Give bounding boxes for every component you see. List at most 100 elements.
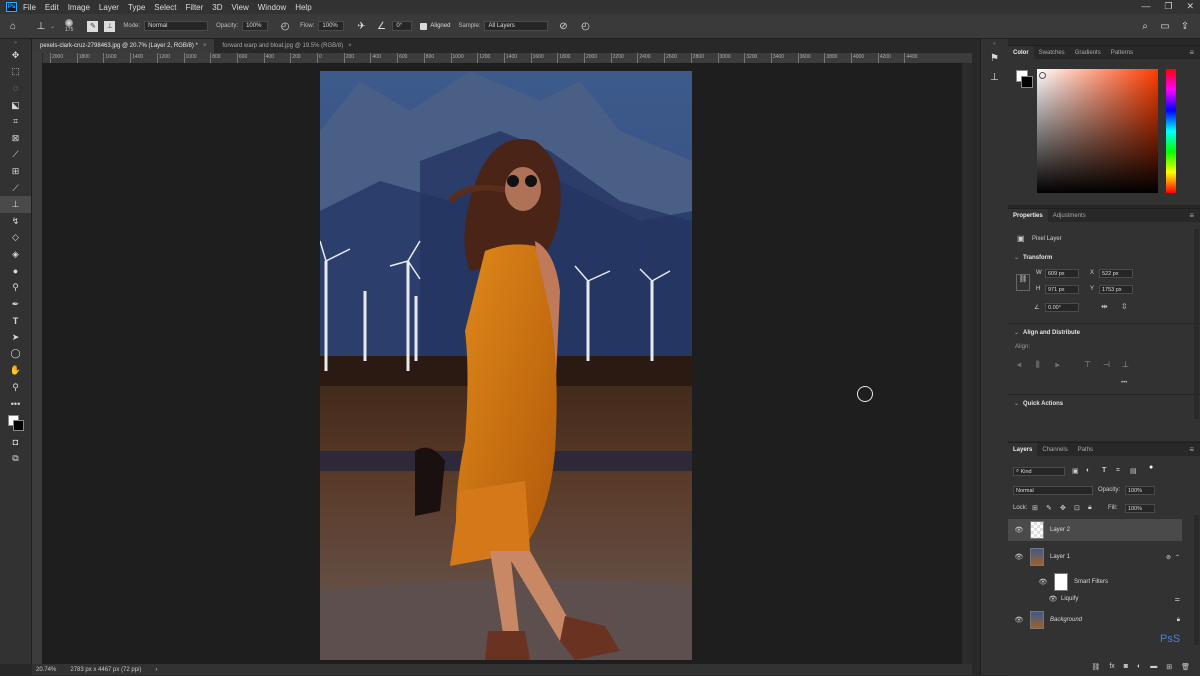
mode-select[interactable]: Normal bbox=[144, 21, 209, 31]
pressure-size-icon[interactable]: ◴ bbox=[578, 19, 592, 33]
path-select-tool-icon[interactable]: ➤ bbox=[0, 329, 31, 346]
smart-filters-label[interactable]: Smart Filters bbox=[1074, 579, 1108, 585]
visibility-eye-icon[interactable]: 👁︎ bbox=[1014, 526, 1024, 534]
frame-tool-icon[interactable]: ⊠ bbox=[0, 130, 31, 147]
brush-preset-picker[interactable]: 175 bbox=[65, 19, 73, 33]
tab-document-2[interactable]: forward warp and bloat.jpg @ 19.5% (RGB/… bbox=[214, 39, 359, 53]
layer-name[interactable]: Layer 2 bbox=[1050, 527, 1070, 533]
document-image[interactable] bbox=[320, 71, 692, 660]
layer-name[interactable]: Background bbox=[1050, 617, 1082, 623]
menu-filter[interactable]: Filter bbox=[186, 3, 204, 12]
layer-row[interactable]: 👁︎ Layer 2 bbox=[1008, 519, 1182, 541]
color-field[interactable] bbox=[1037, 69, 1158, 193]
lock-all-icon[interactable]: 🔒︎ bbox=[1088, 504, 1092, 512]
paint-bucket-tool-icon[interactable]: ◈ bbox=[0, 246, 31, 263]
layer-filter-kind[interactable]: ⌕ Kind bbox=[1013, 467, 1065, 476]
sample-select[interactable]: All Layers bbox=[484, 21, 549, 31]
x-field[interactable]: 522 px bbox=[1099, 269, 1133, 278]
flip-horizontal-icon[interactable]: ⇹ bbox=[1101, 302, 1108, 311]
hue-slider[interactable] bbox=[1166, 69, 1176, 193]
marquee-tool-icon[interactable]: ⬚ bbox=[0, 64, 31, 81]
width-field[interactable]: 609 px bbox=[1045, 269, 1079, 278]
align-bottom-icon[interactable]: ⊥ bbox=[1122, 360, 1129, 369]
add-mask-icon[interactable]: ◙ bbox=[1124, 663, 1128, 670]
lasso-tool-icon[interactable]: ◌ bbox=[0, 80, 31, 97]
chevron-down-icon[interactable]: ⌄ bbox=[1014, 400, 1019, 407]
layer-row[interactable]: 👁︎ Layer 1 ⊚ ⌃ bbox=[1008, 546, 1182, 568]
properties-scrollbar[interactable] bbox=[1194, 229, 1199, 419]
ellipse-tool-icon[interactable]: ◯ bbox=[0, 346, 31, 363]
menu-file[interactable]: File bbox=[23, 3, 36, 12]
menu-edit[interactable]: Edit bbox=[45, 3, 59, 12]
dodge-tool-icon[interactable]: ⚲ bbox=[0, 279, 31, 296]
toolbar-collapse-icon[interactable]: » bbox=[0, 39, 31, 47]
filter-type-icon[interactable]: T bbox=[1102, 467, 1106, 474]
object-select-tool-icon[interactable]: ⬕ bbox=[0, 97, 31, 114]
brush-tool-icon[interactable]: ⟋ bbox=[0, 180, 31, 197]
healing-brush-tool-icon[interactable]: ⊞ bbox=[0, 163, 31, 180]
link-layers-icon[interactable]: ⛓ bbox=[1091, 663, 1100, 671]
brush-settings-icon[interactable]: ✎ bbox=[87, 20, 99, 32]
layer-style-icon[interactable]: fx bbox=[1109, 663, 1114, 670]
lock-artboard-icon[interactable]: ⊡ bbox=[1074, 504, 1080, 512]
clone-stamp-icon[interactable]: ⊥ bbox=[34, 19, 48, 33]
angle-field[interactable]: 0.00° bbox=[1045, 303, 1079, 312]
collapse-effects-icon[interactable]: ⌃ bbox=[1175, 554, 1180, 561]
more-tools-icon[interactable]: ••• bbox=[0, 395, 31, 412]
menu-layer[interactable]: Layer bbox=[99, 3, 119, 12]
background-color-swatch[interactable] bbox=[13, 420, 24, 432]
menu-type[interactable]: Type bbox=[128, 3, 145, 12]
clone-source-panel-icon[interactable]: ⊥ bbox=[981, 72, 1008, 83]
eraser-tool-icon[interactable]: ◇ bbox=[0, 230, 31, 247]
layers-scrollbar[interactable] bbox=[1194, 515, 1199, 645]
flip-vertical-icon[interactable]: ⇳ bbox=[1121, 302, 1128, 311]
tab-patterns[interactable]: Patterns bbox=[1106, 46, 1138, 59]
zoom-tool-icon[interactable]: ⚲ bbox=[0, 379, 31, 396]
filter-toggle-icon[interactable]: ● bbox=[1149, 464, 1153, 471]
visibility-eye-icon[interactable]: 👁︎ bbox=[1038, 578, 1048, 586]
quick-mask-icon[interactable]: ◘ bbox=[0, 434, 31, 451]
color-picker-ring-icon[interactable] bbox=[1039, 72, 1046, 79]
pressure-opacity-icon[interactable]: ◴ bbox=[278, 19, 292, 33]
tab-properties[interactable]: Properties bbox=[1008, 209, 1048, 222]
visibility-eye-icon[interactable]: 👁︎ bbox=[1014, 616, 1024, 624]
background-swatch[interactable] bbox=[1021, 76, 1033, 88]
filter-smart-object-icon[interactable]: ▤ bbox=[1130, 467, 1137, 475]
layer-row[interactable]: 👁︎ Liquify ⚌ bbox=[1008, 590, 1182, 608]
ignore-adjustment-icon[interactable]: ⊘ bbox=[556, 19, 570, 33]
type-tool-icon[interactable]: T bbox=[0, 313, 31, 330]
search-icon[interactable]: ⌕ bbox=[1138, 19, 1152, 33]
align-right-icon[interactable]: ⫸ bbox=[1055, 360, 1060, 370]
lock-pixels-icon[interactable]: ⊞ bbox=[1032, 504, 1038, 512]
new-layer-icon[interactable]: ⊞ bbox=[1166, 663, 1172, 671]
share-icon[interactable]: ⇪ bbox=[1178, 19, 1192, 33]
screen-mode-icon[interactable]: ⧉ bbox=[0, 451, 31, 468]
pen-tool-icon[interactable]: ✒ bbox=[0, 296, 31, 313]
y-field[interactable]: 1753 px bbox=[1099, 285, 1133, 294]
lock-position-icon[interactable]: ✥ bbox=[1060, 504, 1066, 512]
restore-button[interactable]: ❐ bbox=[1164, 1, 1172, 12]
visibility-eye-icon[interactable]: 👁︎ bbox=[1014, 553, 1024, 561]
home-icon[interactable]: ⌂ bbox=[6, 19, 20, 33]
filter-name[interactable]: Liquify bbox=[1061, 596, 1078, 602]
blur-tool-icon[interactable]: ● bbox=[0, 263, 31, 280]
panel-menu-icon[interactable]: ≡ bbox=[1189, 48, 1194, 57]
clone-source-icon[interactable]: ⊥ bbox=[104, 20, 116, 32]
more-options[interactable]: ••• bbox=[1121, 380, 1127, 386]
new-group-icon[interactable]: ▬ bbox=[1150, 663, 1157, 670]
close-tab-icon[interactable]: × bbox=[348, 43, 352, 49]
layer-opacity-field[interactable]: 100% bbox=[1125, 486, 1155, 495]
delete-layer-icon[interactable]: 🗑︎ bbox=[1181, 663, 1190, 671]
chevron-down-icon[interactable]: ⌄ bbox=[1014, 254, 1019, 261]
menu-3d[interactable]: 3D bbox=[212, 3, 222, 12]
tab-color[interactable]: Color bbox=[1008, 46, 1034, 59]
minimize-button[interactable]: — bbox=[1141, 1, 1150, 12]
aligned-checkbox[interactable] bbox=[420, 22, 428, 30]
layer-name[interactable]: Layer 1 bbox=[1050, 554, 1070, 560]
airbrush-icon[interactable]: ✈ bbox=[354, 19, 368, 33]
filter-options-icon[interactable]: ⚌ bbox=[1175, 596, 1180, 603]
collapse-icon[interactable]: « bbox=[981, 41, 1008, 47]
status-menu-chevron-icon[interactable]: › bbox=[155, 667, 157, 673]
tab-paths[interactable]: Paths bbox=[1073, 443, 1098, 456]
align-left-icon[interactable]: ⫷ bbox=[1017, 360, 1022, 370]
